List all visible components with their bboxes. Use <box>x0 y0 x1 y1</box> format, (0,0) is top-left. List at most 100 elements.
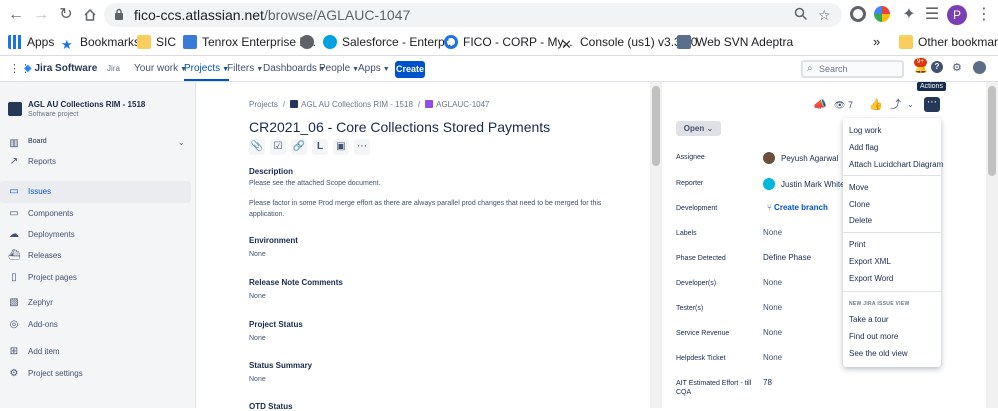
detail-value-assignee[interactable]: Peyush Agarwal <box>763 152 838 164</box>
field-value-project-status[interactable]: None <box>249 335 266 342</box>
confluence-page-icon[interactable]: ▣ <box>333 139 349 155</box>
menu-item-old-view[interactable]: See the old view <box>849 349 908 358</box>
description-line-2[interactable]: Please factor in some Prod merge effort … <box>249 198 619 220</box>
share-icon[interactable]: ⤴ <box>890 99 901 111</box>
browser-toolbar: ← → ↻ fico-ccs.atlassian.net/browse/AGLA… <box>0 0 998 30</box>
detail-value-developers[interactable]: None <box>763 278 782 287</box>
search-input[interactable]: ⌕ Search <box>801 60 904 78</box>
sidebar-item-project-settings[interactable]: ⚙ Project settings <box>0 363 191 385</box>
puzzle-extensions-icon[interactable]: ✦ <box>899 5 919 25</box>
issue-title[interactable]: CR2021_06 - Core Collections Stored Paym… <box>249 119 550 135</box>
menu-item-find-out-more[interactable]: Find out more <box>849 332 898 341</box>
bookmark-sic[interactable]: SIC <box>137 33 176 51</box>
menu-item-export-word[interactable]: Export Word <box>849 274 893 283</box>
detail-value-ait-effort[interactable]: 78 <box>763 378 772 387</box>
detail-value-service-revenue[interactable]: None <box>763 328 782 337</box>
svn-icon <box>677 35 691 49</box>
more-options-icon[interactable]: ⋯ <box>354 139 370 155</box>
settings-gear-icon[interactable]: ⚙ <box>952 61 962 75</box>
extension-color-icon[interactable] <box>874 6 890 22</box>
sidebar-item-zephyr[interactable]: ▧ Zephyr <box>0 292 191 314</box>
bookmark-star-icon[interactable]: ☆ <box>818 7 831 24</box>
reload-icon[interactable]: ↻ <box>56 5 76 25</box>
nav-filters[interactable]: Filters ▼ <box>227 62 263 76</box>
menu-item-add-flag[interactable]: Add flag <box>849 143 878 152</box>
sidebar-item-add-item[interactable]: ⊞ Add item <box>0 341 191 363</box>
sidebar-item-add-ons[interactable]: ◎ Add-ons <box>0 314 191 336</box>
menu-item-clone[interactable]: Clone <box>849 200 870 209</box>
nav-your-work[interactable]: Your work ▼ <box>134 62 187 76</box>
chrome-menu-icon[interactable]: ⋮ <box>974 5 994 25</box>
bookmark-apps[interactable]: Apps <box>8 33 54 51</box>
zoom-icon[interactable] <box>794 7 808 24</box>
bookmark-tenrox[interactable]: Tenrox Enterprise P... <box>183 33 316 51</box>
detail-value-testers[interactable]: None <box>763 303 782 312</box>
bookmark-globe[interactable] <box>300 33 319 51</box>
bookmark-bookmarks[interactable]: ★ Bookmarks <box>61 33 140 52</box>
description-line-1[interactable]: Please see the attached Scope document. <box>249 180 381 187</box>
avatar <box>763 178 775 190</box>
detail-value-labels[interactable]: None <box>763 228 782 237</box>
address-bar[interactable]: fico-ccs.atlassian.net/browse/AGLAUC-104… <box>104 3 842 27</box>
watch-button[interactable]: 👁 7 <box>834 99 853 111</box>
feedback-megaphone-icon[interactable]: 📣 <box>813 99 827 111</box>
create-branch-link[interactable]: ⑂ Create branch <box>767 203 828 212</box>
field-value-release-notes[interactable]: None <box>249 293 266 300</box>
field-value-environment[interactable]: None <box>249 251 266 258</box>
detail-value-reporter[interactable]: Justin Mark Whiteh <box>763 178 849 190</box>
page-scrollbar[interactable] <box>986 82 998 408</box>
chevron-down-icon[interactable]: ⌄ <box>907 99 914 111</box>
scrollbar-thumb[interactable] <box>988 86 996 176</box>
thumbs-up-icon[interactable]: 👍 <box>869 99 883 111</box>
nav-projects[interactable]: Projects ▼ <box>184 62 230 81</box>
bookmark-fico-corp[interactable]: FICO - CORP - My... <box>444 33 573 51</box>
sidebar-item-releases[interactable]: ⛴ Releases <box>0 245 191 267</box>
sidebar-item-reports[interactable]: ↗ Reports <box>0 151 191 173</box>
forward-arrow-icon[interactable]: → <box>31 5 51 25</box>
sidebar-item-issues[interactable]: ▭ Issues <box>0 181 191 203</box>
home-icon[interactable] <box>80 5 100 25</box>
user-avatar[interactable] <box>973 61 986 74</box>
sidebar-item-components[interactable]: ▭ Components <box>0 203 191 225</box>
menu-item-take-tour[interactable]: Take a tour <box>849 315 889 324</box>
create-button[interactable]: Create <box>395 61 425 78</box>
bookmark-websvn[interactable]: Web SVN Adeptra <box>677 33 793 51</box>
bookmark-other[interactable]: Other bookmarks <box>899 33 998 51</box>
jira-logo[interactable]: ◆ Jira Software <box>24 62 97 76</box>
nav-dashboards[interactable]: Dashboards ▼ <box>263 62 326 76</box>
attach-icon[interactable]: 📎 <box>249 139 265 155</box>
chevron-down-icon[interactable]: ⌄ <box>178 138 185 147</box>
menu-item-export-xml[interactable]: Export XML <box>849 257 891 266</box>
help-icon[interactable]: ? <box>931 61 943 73</box>
actions-more-button[interactable]: ⋯ <box>924 97 940 112</box>
child-issue-icon[interactable]: ☑ <box>270 139 286 155</box>
lucidchart-icon[interactable]: L <box>312 139 328 155</box>
sidebar-item-project-pages[interactable]: ▯ Project pages <box>0 267 191 289</box>
menu-item-print[interactable]: Print <box>849 240 865 249</box>
scrollbar-thumb[interactable] <box>652 86 660 166</box>
extension-circle-icon[interactable] <box>850 6 866 22</box>
detail-value-helpdesk[interactable]: None <box>763 353 782 362</box>
sidebar-item-deployments[interactable]: ☁ Deployments <box>0 224 191 246</box>
link-icon[interactable]: 🔗 <box>291 139 307 155</box>
reading-list-icon[interactable]: ☰ <box>922 5 942 25</box>
detail-label-phase: Phase Detected <box>676 255 726 262</box>
field-value-status-summary[interactable]: None <box>249 376 266 383</box>
menu-item-delete[interactable]: Delete <box>849 216 872 225</box>
back-arrow-icon[interactable]: ← <box>6 5 26 25</box>
bookmarks-overflow[interactable]: » <box>873 33 880 51</box>
detail-value-phase[interactable]: Define Phase <box>763 253 811 262</box>
status-dropdown[interactable]: Open ⌄ <box>676 121 721 136</box>
field-label-release-notes: Release Note Comments <box>249 278 343 287</box>
nav-apps[interactable]: Apps ▼ <box>358 62 390 76</box>
nav-people[interactable]: People ▼ <box>319 62 359 76</box>
menu-item-log-work[interactable]: Log work <box>849 126 881 135</box>
main-scrollbar[interactable] <box>650 82 662 408</box>
breadcrumb-project[interactable]: AGL AU Collections RIM - 1518 <box>301 100 413 109</box>
bookmark-salesforce[interactable]: Salesforce - Enterpr... <box>323 33 458 51</box>
menu-item-attach-lucidchart[interactable]: Attach Lucidchart Diagram <box>849 160 943 169</box>
menu-item-move[interactable]: Move <box>849 183 869 192</box>
breadcrumb-issue-key[interactable]: AGLAUC-1047 <box>436 100 489 109</box>
breadcrumb-projects[interactable]: Projects <box>249 100 278 109</box>
profile-avatar[interactable]: P <box>947 5 967 25</box>
